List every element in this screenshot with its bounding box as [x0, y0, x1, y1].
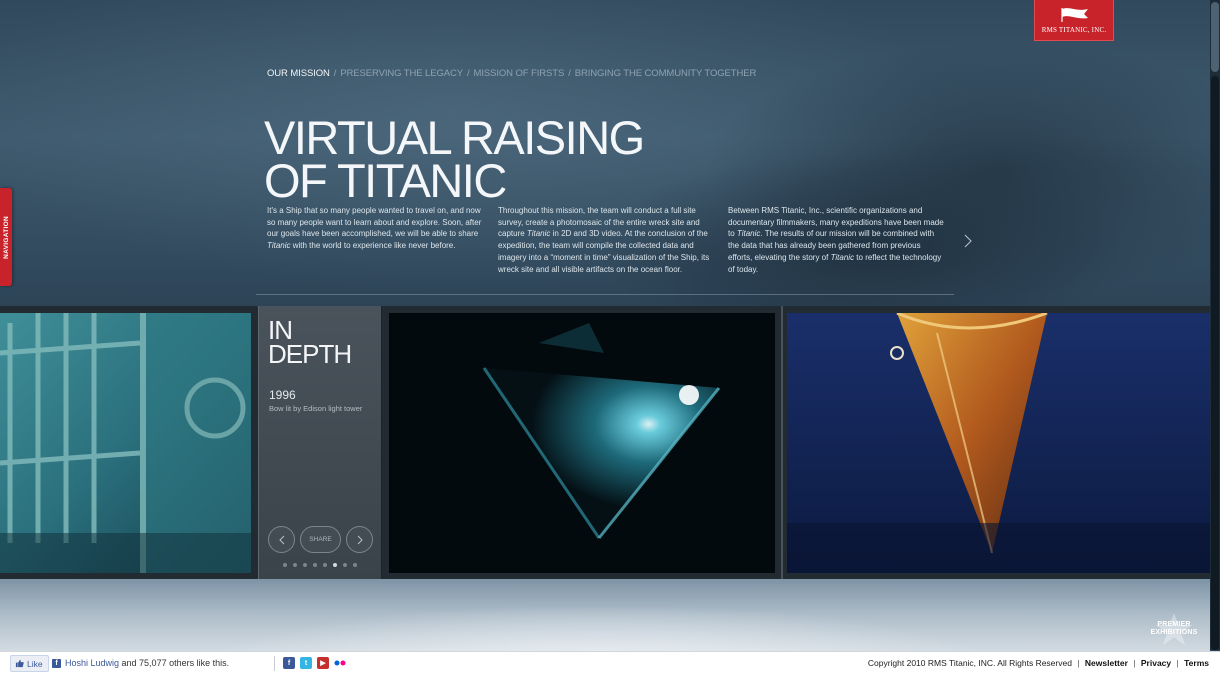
gallery-strip: IN DEPTH 1996 Bow lit by Edison light to… [0, 306, 1210, 579]
breadcrumb-our-mission[interactable]: OUR MISSION [267, 68, 330, 79]
facebook-social-text: f Hoshi Ludwig and 75,077 others like th… [52, 658, 229, 668]
page-title-line2: OF TITANIC [264, 154, 507, 207]
breadcrumb-separator: / [466, 68, 470, 79]
mission-paragraph-3: Between RMS Titanic, Inc., scientific or… [728, 205, 944, 275]
premier-exhibitions-logo[interactable]: PREMIER EXHIBITIONS [1142, 612, 1206, 646]
facebook-count-text: and 75,077 others like this. [119, 658, 230, 668]
flickr-dots [334, 660, 346, 666]
privacy-link[interactable]: Privacy [1141, 658, 1171, 668]
share-button[interactable]: SHARE [300, 526, 341, 553]
navigation-tab[interactable]: NAVIGATION [0, 188, 12, 286]
youtube-icon[interactable]: ▶ [317, 657, 329, 669]
twitter-icon[interactable]: t [300, 657, 312, 669]
logo-text: RMS TITANIC, INC. [1041, 26, 1107, 34]
rusted-bow-image [787, 313, 1210, 573]
scrollbar-thumb[interactable] [1211, 2, 1219, 72]
facebook-like-button[interactable]: Like [10, 655, 49, 672]
newsletter-link[interactable]: Newsletter [1085, 658, 1128, 668]
breadcrumb-separator: / [568, 68, 571, 79]
breadcrumb-community[interactable]: BRINGING THE COMMUNITY TOGETHER [575, 68, 757, 79]
chevron-right-icon [357, 535, 363, 544]
pagination-dot[interactable] [293, 563, 297, 567]
breadcrumb: OUR MISSION / PRESERVING THE LEGACY / MISSIO… [267, 68, 756, 79]
text-run: with the world to experience like never … [290, 241, 456, 251]
text-run-italic: Titanic [830, 252, 855, 262]
photo-year: 1996 [269, 388, 296, 402]
gallery-prev-button[interactable] [268, 526, 295, 553]
chevron-left-icon [278, 535, 284, 544]
link-separator: | [1176, 658, 1179, 668]
breadcrumb-preserving-legacy[interactable]: PRESERVING THE LEGACY [340, 68, 463, 79]
fog-backdrop [0, 579, 1210, 651]
pagination-dot[interactable] [283, 563, 287, 567]
thumbs-up-icon [15, 659, 24, 668]
gallery-next-button[interactable] [346, 526, 373, 553]
mission-paragraph-2: Throughout this mission, the team will c… [498, 205, 714, 275]
navigation-tab-label: NAVIGATION [2, 215, 10, 259]
facebook-friends-text: Hoshi Ludwig and 75,077 others like this… [65, 658, 229, 668]
breadcrumb-mission-of-firsts[interactable]: MISSION OF FIRSTS [474, 68, 565, 79]
copyright-text: Copyright 2010 RMS Titanic, INC. All Rig… [867, 658, 1072, 668]
legal-links: Copyright 2010 RMS Titanic, INC. All Rig… [868, 658, 1209, 668]
window-scrollbar[interactable] [1210, 0, 1220, 650]
link-separator: | [1133, 658, 1136, 668]
gallery-separator [781, 306, 783, 579]
scrollbar-track[interactable] [1211, 76, 1219, 650]
footer-bar: Like f Hoshi Ludwig and 75,077 others li… [0, 651, 1220, 674]
chevron-right-icon [964, 234, 972, 248]
pagination-dot[interactable] [333, 563, 337, 567]
photo-caption: Bow lit by Edison light tower [269, 404, 363, 413]
facebook-icon: f [52, 658, 61, 668]
pagination-dot[interactable] [323, 563, 327, 567]
in-depth-panel: IN DEPTH 1996 Bow lit by Edison light to… [258, 306, 382, 579]
terms-link[interactable]: Terms [1184, 658, 1209, 668]
mission-paragraph-1: It's a Ship that so many people wanted t… [267, 205, 483, 252]
wreck-grating-image [0, 313, 251, 573]
text-run-italic: Titanic [267, 241, 291, 251]
pagination-dot[interactable] [353, 563, 357, 567]
next-section-button[interactable] [961, 233, 975, 249]
link-separator: | [1077, 658, 1080, 668]
footer-divider [274, 656, 275, 671]
text-run-italic: Titanic [526, 229, 551, 239]
pagination-dot[interactable] [313, 563, 317, 567]
pagination-dot[interactable] [303, 563, 307, 567]
social-links: f t ▶ [283, 657, 346, 669]
facebook-icon[interactable]: f [283, 657, 295, 669]
bow-lit-image [389, 313, 775, 573]
facebook-user-link[interactable]: Hoshi Ludwig [65, 658, 119, 668]
gallery-pagination-dots [283, 563, 357, 567]
bow-lit-photo[interactable] [389, 313, 775, 573]
rusted-bow-photo[interactable] [787, 313, 1210, 573]
like-label: Like [27, 658, 43, 669]
text-run: It's a Ship that so many people wanted t… [267, 206, 482, 239]
breadcrumb-separator: / [333, 68, 337, 79]
in-depth-title-line2: DEPTH [268, 339, 352, 369]
rms-titanic-logo[interactable]: RMS TITANIC, INC. [1034, 0, 1114, 41]
pagination-dot[interactable] [343, 563, 347, 567]
page-title: VIRTUAL RAISING OF TITANIC [264, 114, 684, 204]
flag-icon [1061, 8, 1088, 22]
section-divider [256, 294, 954, 295]
premier-exhibitions-text: PREMIER EXHIBITIONS [1150, 621, 1198, 636]
flickr-icon[interactable] [334, 657, 346, 669]
in-depth-title: IN DEPTH [268, 317, 378, 369]
wreck-grating-photo[interactable] [0, 313, 251, 573]
text-run-italic: Titanic [736, 229, 761, 239]
